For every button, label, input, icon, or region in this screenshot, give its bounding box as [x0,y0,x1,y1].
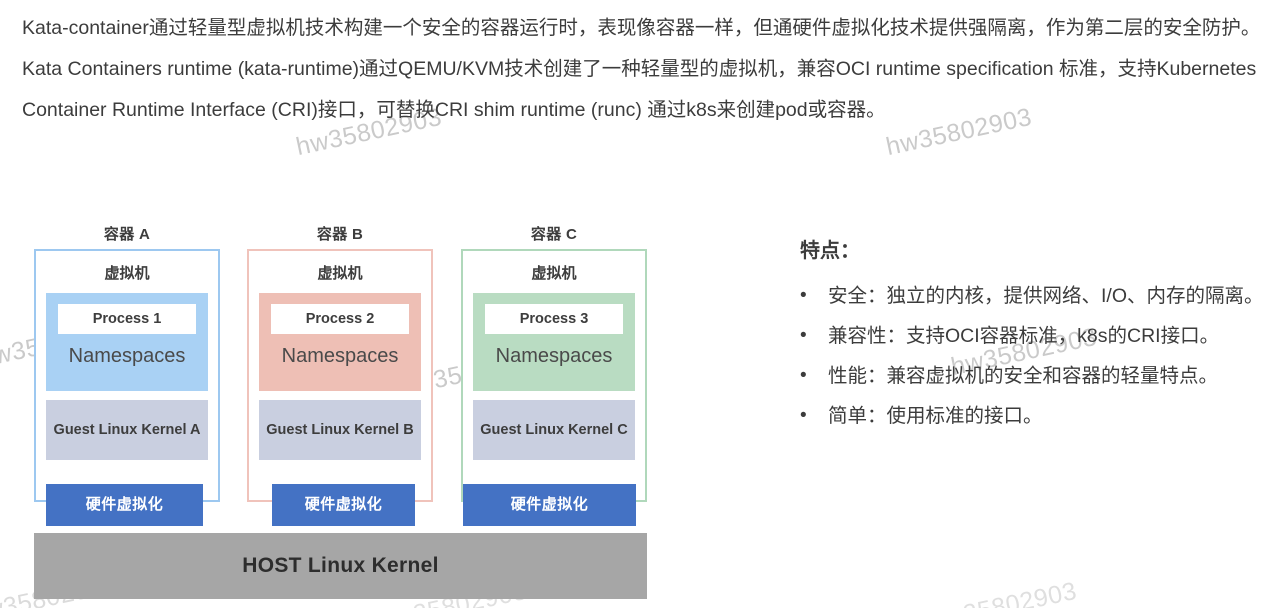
feature-item: • 兼容性：支持OCI容器标准，k8s的CRI接口。 [800,316,1270,356]
container-a-namespaces-box: Process 1 Namespaces [46,293,208,391]
hardware-virtualization-a: 硬件虚拟化 [46,484,203,526]
container-b-vm-box: 虚拟机 Process 2 Namespaces Guest Linux Ker… [247,249,433,502]
bullet-icon: • [800,285,807,306]
feature-item: • 安全：独立的内核，提供网络、I/O、内存的隔离。 [800,276,1270,316]
container-a-process-box: Process 1 [58,304,196,334]
kata-architecture-diagram: 容器 A 虚拟机 Process 1 Namespaces Guest Linu… [0,225,700,608]
container-c-title: 容器 C [530,226,578,243]
container-b-namespaces-label: Namespaces [281,345,399,367]
feature-item-text: 兼容性：支持OCI容器标准，k8s的CRI接口。 [828,325,1220,347]
container-c: 容器 C 虚拟机 Process 3 Namespaces Guest Linu… [461,225,647,502]
container-a-guest-kernel-box: Guest Linux Kernel A [46,400,208,460]
container-c-namespaces-label: Namespaces [495,345,613,367]
feature-item: • 简单：使用标准的接口。 [800,396,1270,436]
bullet-icon: • [800,365,807,386]
container-b-process-box: Process 2 [271,304,409,334]
feature-item-text: 安全：独立的内核，提供网络、I/O、内存的隔离。 [828,285,1264,307]
host-linux-kernel-bar: HOST Linux Kernel [34,533,647,599]
container-c-process-box: Process 3 [485,304,623,334]
paragraph-1: Kata-container通过轻量型虚拟机技术构建一个安全的容器运行时，表现像… [22,17,1261,39]
container-b-guest-kernel-box: Guest Linux Kernel B [259,400,421,460]
intro-text-block: Kata-container通过轻量型虚拟机技术构建一个安全的容器运行时，表现像… [22,8,1266,131]
container-c-vm-box: 虚拟机 Process 3 Namespaces Guest Linux Ker… [461,249,647,502]
features-title: 特点： [800,240,860,262]
feature-item: • 性能：兼容虚拟机的安全和容器的轻量特点。 [800,356,1270,396]
container-b: 容器 B 虚拟机 Process 2 Namespaces Guest Linu… [247,225,433,502]
container-b-namespaces-box: Process 2 Namespaces [259,293,421,391]
hardware-virtualization-c: 硬件虚拟化 [463,484,636,526]
bullet-icon: • [800,405,807,426]
bullet-icon: • [800,325,807,346]
container-b-title: 容器 B [316,226,364,243]
container-c-guest-kernel-box: Guest Linux Kernel C [473,400,635,460]
feature-item-text: 简单：使用标准的接口。 [828,405,1043,427]
container-a-namespaces-label: Namespaces [68,345,186,367]
container-c-vm-label: 虚拟机 [531,265,577,282]
watermark: hw35802903 [928,576,1080,608]
container-b-vm-label: 虚拟机 [317,265,363,282]
container-c-namespaces-box: Process 3 Namespaces [473,293,635,391]
container-a-vm-box: 虚拟机 Process 1 Namespaces Guest Linux Ker… [34,249,220,502]
container-a-title: 容器 A [103,226,151,243]
container-a: 容器 A 虚拟机 Process 1 Namespaces Guest Linu… [34,225,220,502]
hardware-virtualization-b: 硬件虚拟化 [272,484,415,526]
features-panel: 特点： • 安全：独立的内核，提供网络、I/O、内存的隔离。 • 兼容性：支持O… [800,234,1270,436]
paragraph-2: Kata Containers runtime (kata-runtime)通过… [22,58,1257,121]
feature-item-text: 性能：兼容虚拟机的安全和容器的轻量特点。 [828,365,1219,387]
container-a-vm-label: 虚拟机 [104,265,150,282]
